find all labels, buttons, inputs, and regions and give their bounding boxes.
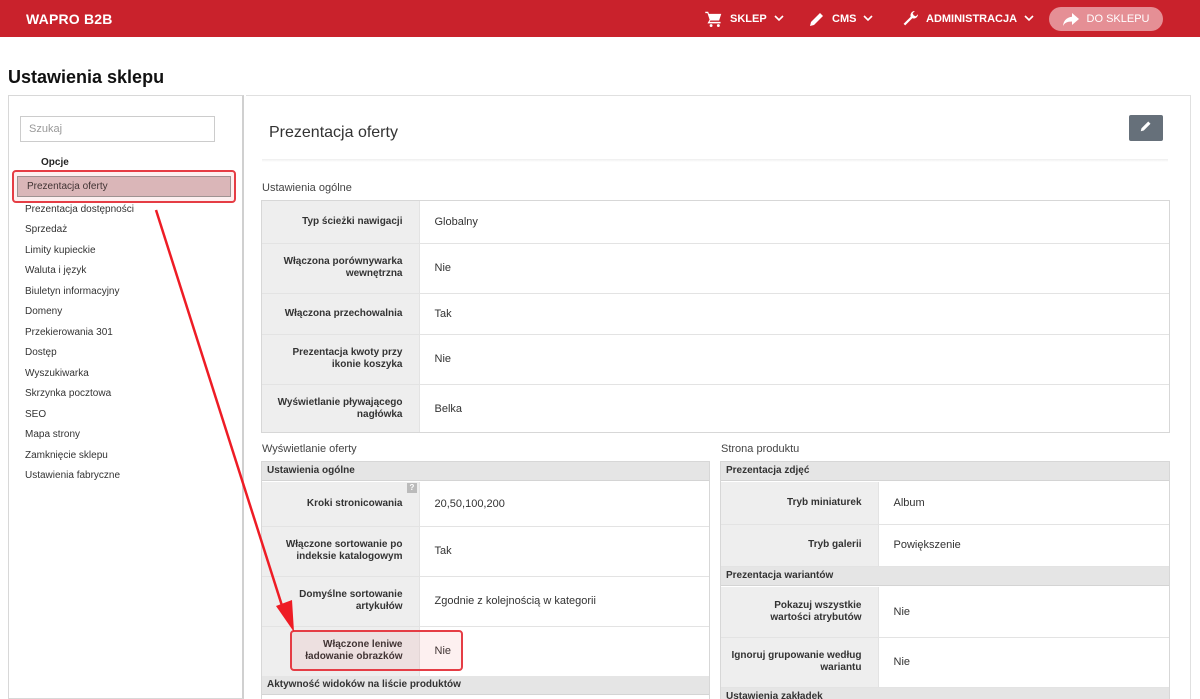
sidebar-item-domeny[interactable]: Domeny (25, 306, 62, 317)
chevron-down-icon (774, 15, 784, 22)
general-settings-table: Typ ścieżki nawigacji Globalny Włączona … (261, 200, 1170, 433)
section-label-general: Ustawienia ogólne (262, 182, 352, 194)
table-row: Włączone leniwe ładowanie obrazków Nie (262, 626, 709, 677)
section-label-product-page: Strona produktu (721, 443, 800, 455)
do-sklepu-label: DO SKLEPU (1086, 13, 1150, 25)
sidebar-item-seo[interactable]: SEO (25, 409, 46, 420)
cart-icon (705, 11, 723, 27)
divider (262, 159, 1168, 162)
edit-button[interactable] (1129, 115, 1163, 141)
subhead-general: Ustawienia ogólne (262, 462, 709, 481)
nav-cms[interactable]: CMS (809, 0, 874, 37)
sidebar-item-wyszukiwarka[interactable]: Wyszukiwarka (25, 368, 89, 379)
setting-key: Typ ścieżki nawigacji (262, 201, 420, 244)
sidebar-item-prezentacja-oferty[interactable]: Prezentacja oferty (17, 176, 231, 197)
setting-value: Tak (419, 526, 709, 577)
table-row: Prezentacja kwoty przy ikonie koszyka Ni… (262, 334, 1169, 385)
sidebar-item-sprzedaz[interactable]: Sprzedaż (25, 224, 67, 235)
setting-key: Wyświetlanie pływającego nagłówka (262, 384, 420, 432)
sidebar-item-prezentacja-dostepnosci[interactable]: Prezentacja dostępności (25, 204, 134, 215)
setting-key: Włączone leniwe ładowanie obrazków (262, 626, 420, 677)
sidebar-item-ustawienia-fabryczne[interactable]: Ustawienia fabryczne (25, 470, 120, 481)
brand-logo[interactable]: WAPRO B2B (26, 11, 113, 27)
subhead-variant-presentation: Prezentacja wariantów (721, 567, 1169, 586)
panel-title: Prezentacja oferty (269, 124, 398, 141)
section-label-offer-display: Wyświetlanie oferty (262, 443, 357, 455)
offer-display-table: Ustawienia ogólne Kroki stronicowania 20… (261, 461, 710, 699)
sidebar-item-zamkniecie-sklepu[interactable]: Zamknięcie sklepu (25, 450, 108, 461)
setting-value: Nie (878, 637, 1169, 688)
sidebar-item-dostep[interactable]: Dostęp (25, 347, 57, 358)
nav-cms-label: CMS (832, 12, 857, 25)
setting-value: Nie (878, 587, 1169, 638)
sidebar-item-mapa-strony[interactable]: Mapa strony (25, 429, 80, 440)
table-row: Typ ścieżki nawigacji Globalny (262, 201, 1169, 244)
setting-key: Ignoruj grupowanie według wariantu (721, 637, 879, 688)
setting-value: Belka (419, 384, 1169, 432)
nav-sklep-label: SKLEP (730, 12, 767, 25)
setting-value: Globalny (419, 201, 1169, 244)
setting-value: Nie (419, 626, 709, 677)
table-row: Włączona porównywarka wewnętrzna Nie (262, 243, 1169, 294)
setting-key: Tryb galerii (721, 524, 879, 567)
table-row: Tryb galerii Powiększenie (721, 524, 1169, 567)
pencil-icon (809, 11, 825, 27)
setting-key: Włączone sortowanie po indeksie katalogo… (262, 526, 420, 577)
table-row: Tryb miniaturek Album (721, 482, 1169, 525)
nav-administracja-label: ADMINISTRACJA (926, 12, 1018, 25)
setting-key: Włączona przechowalnia (262, 293, 420, 335)
setting-key: Tryb miniaturek (721, 482, 879, 525)
setting-key: Domyślne sortowanie artykułów (262, 576, 420, 627)
sidebar-item-przekierowania-301[interactable]: Przekierowania 301 (25, 327, 113, 338)
table-row: Kroki stronicowania 20,50,100,200 (262, 482, 709, 527)
subhead-tab-settings: Ustawienia zakładek (721, 688, 1169, 699)
setting-key: Pokazuj wszystkie wartości atrybutów (721, 587, 879, 638)
product-page-table: Prezentacja zdjęć Tryb miniaturek Album … (720, 461, 1170, 699)
sidebar-item-biuletyn-informacyjny[interactable]: Biuletyn informacyjny (25, 286, 119, 297)
setting-value: Powiększenie (878, 524, 1169, 567)
do-sklepu-button[interactable]: DO SKLEPU (1049, 7, 1163, 31)
sidebar-item-waluta-i-jezyk[interactable]: Waluta i język (25, 265, 86, 276)
table-row: Wyświetlanie pływającego nagłówka Belka (262, 384, 1169, 432)
sidebar: Opcje Prezentacja oferty Prezentacja dos… (8, 95, 244, 699)
setting-value: 20,50,100,200 (419, 482, 709, 527)
setting-key: Prezentacja kwoty przy ikonie koszyka (262, 334, 420, 385)
setting-key: Kroki stronicowania (262, 482, 420, 527)
table-row: Ignoruj grupowanie według wariantu Nie (721, 637, 1169, 688)
table-row: Domyślne sortowanie artykułów Zgodnie z … (262, 576, 709, 627)
setting-value: Zgodnie z kolejnością w kategorii (419, 576, 709, 627)
setting-value: Album (878, 482, 1169, 525)
table-row: Włączona przechowalnia Tak (262, 293, 1169, 335)
pencil-icon (1140, 119, 1152, 137)
table-row: Włączone sortowanie po indeksie katalogo… (262, 526, 709, 577)
subhead-photo-presentation: Prezentacja zdjęć (721, 462, 1169, 481)
help-icon[interactable]: ? (407, 483, 417, 493)
subhead-view-activity: Aktywność widoków na liście produktów (262, 676, 709, 695)
nav-administracja[interactable]: ADMINISTRACJA (902, 0, 1034, 37)
share-arrow-icon (1062, 12, 1079, 26)
sidebar-item-limity-kupieckie[interactable]: Limity kupieckie (25, 245, 96, 256)
page-title: Ustawienia sklepu (8, 67, 165, 87)
sidebar-item-skrzynka-pocztowa[interactable]: Skrzynka pocztowa (25, 388, 111, 399)
chevron-down-icon (1024, 15, 1034, 22)
table-row: Pokazuj wszystkie wartości atrybutów Nie (721, 587, 1169, 638)
setting-value: Nie (419, 334, 1169, 385)
setting-value: Tak (419, 293, 1169, 335)
wrench-icon (902, 10, 919, 27)
chevron-down-icon (863, 15, 874, 22)
nav-sklep[interactable]: SKLEP (705, 0, 784, 37)
top-bar: WAPRO B2B SKLEP CMS ADMINISTRACJA DO SKL (0, 0, 1200, 37)
search-input[interactable] (20, 116, 215, 142)
setting-key: Włączona porównywarka wewnętrzna (262, 243, 420, 294)
setting-value: Nie (419, 243, 1169, 294)
sidebar-group-label: Opcje (41, 157, 69, 168)
